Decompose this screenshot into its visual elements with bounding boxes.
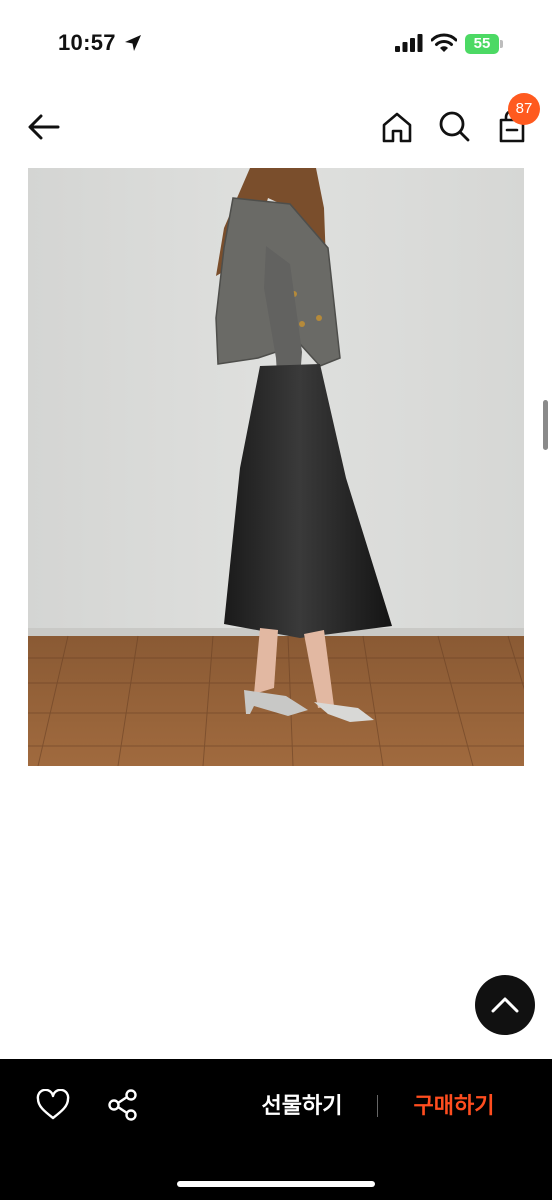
scroll-indicator[interactable] xyxy=(543,400,548,450)
gift-button[interactable]: 선물하기 xyxy=(250,1091,354,1121)
bottom-action-bar: 선물하기 구매하기 xyxy=(0,1059,552,1200)
status-time: 10:57 xyxy=(58,30,116,55)
home-indicator[interactable] xyxy=(177,1181,375,1187)
heart-icon[interactable] xyxy=(36,1089,70,1121)
top-navigation xyxy=(0,90,552,164)
product-photo xyxy=(28,168,524,766)
wifi-icon xyxy=(431,33,457,52)
home-icon[interactable] xyxy=(380,110,414,144)
battery-level: 55 xyxy=(473,35,491,52)
status-bar: 10:57 55 xyxy=(0,0,552,90)
product-image[interactable] xyxy=(28,168,524,766)
share-icon[interactable] xyxy=(106,1089,140,1121)
divider xyxy=(377,1095,378,1117)
scroll-to-top-button[interactable] xyxy=(475,975,535,1035)
cellular-signal-icon xyxy=(395,34,423,52)
buy-button[interactable]: 구매하기 xyxy=(402,1091,506,1121)
location-arrow-icon xyxy=(125,35,141,51)
back-arrow-icon[interactable] xyxy=(24,110,64,144)
battery-indicator: 55 xyxy=(465,34,503,54)
chevron-up-icon xyxy=(491,997,519,1013)
cart-count-badge: 87 xyxy=(508,93,540,125)
search-icon[interactable] xyxy=(437,109,471,143)
